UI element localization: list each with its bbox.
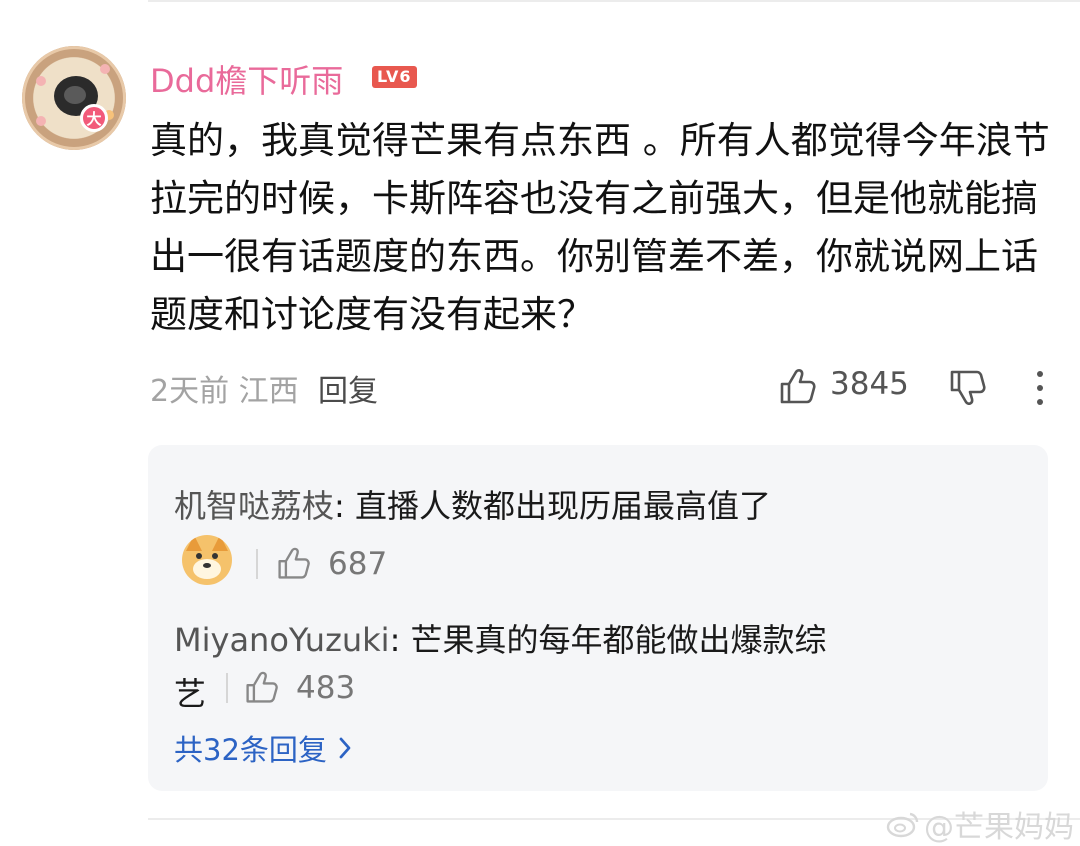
reply-button[interactable]: 回复: [318, 366, 378, 410]
username[interactable]: Ddd檐下听雨: [150, 56, 343, 102]
thumbs-up-icon[interactable]: [778, 366, 818, 406]
reply-author[interactable]: MiyanoYuzuki: [174, 621, 390, 659]
reply-colon: :: [334, 487, 355, 525]
avatar[interactable]: [22, 46, 126, 150]
reply-text-continued: 艺: [174, 675, 207, 713]
chevron-right-icon: [339, 737, 351, 759]
level-badge: LV6: [372, 66, 417, 88]
sheep-face: [64, 86, 86, 104]
like-count: 3845: [830, 366, 909, 402]
reply-author[interactable]: 机智哒荔枝: [174, 487, 334, 525]
reply-like-count: 687: [328, 546, 388, 582]
thumbs-up-icon[interactable]: [244, 669, 280, 705]
avatar-decoration: [36, 116, 46, 126]
reply-like-count: 483: [296, 670, 356, 706]
doge-emoji-icon: [182, 535, 232, 585]
watermark: @芒果妈妈: [886, 802, 1074, 846]
thumbs-up-icon[interactable]: [276, 545, 312, 581]
comment-time-location: 2天前 江西: [150, 374, 299, 409]
view-all-replies-link[interactable]: 共32条回复: [174, 727, 353, 769]
total-replies-label: 共32条回复: [174, 733, 327, 767]
reply-text: 直播人数都出现历届最高值了: [354, 487, 771, 525]
divider: [256, 549, 258, 579]
avatar-decoration: [100, 64, 110, 74]
comment-text: 真的，我真觉得芒果有点东西 。所有人都觉得今年浪节拉完的时候，卡斯阵容也没有之前…: [150, 119, 1050, 336]
thumbs-down-icon[interactable]: [948, 368, 988, 408]
replies-panel: 机智哒荔枝: 直播人数都出现历届最高值了 687 MiyanoYuzuki: 芒…: [148, 445, 1048, 791]
more-vertical-icon[interactable]: [1032, 368, 1048, 408]
top-divider: [148, 0, 1080, 2]
divider: [226, 673, 228, 703]
avatar-badge: 大: [80, 104, 108, 132]
reply-item[interactable]: MiyanoYuzuki: 芒果真的每年都能做出爆款综: [174, 615, 827, 661]
avatar-decoration: [36, 76, 46, 86]
weibo-logo-icon: [886, 812, 919, 838]
reply-text: 芒果真的每年都能做出爆款综: [410, 621, 827, 659]
reply-colon: :: [389, 621, 411, 659]
reply-item[interactable]: 机智哒荔枝: 直播人数都出现历届最高值了: [174, 481, 771, 527]
watermark-text: @芒果妈妈: [924, 810, 1074, 845]
